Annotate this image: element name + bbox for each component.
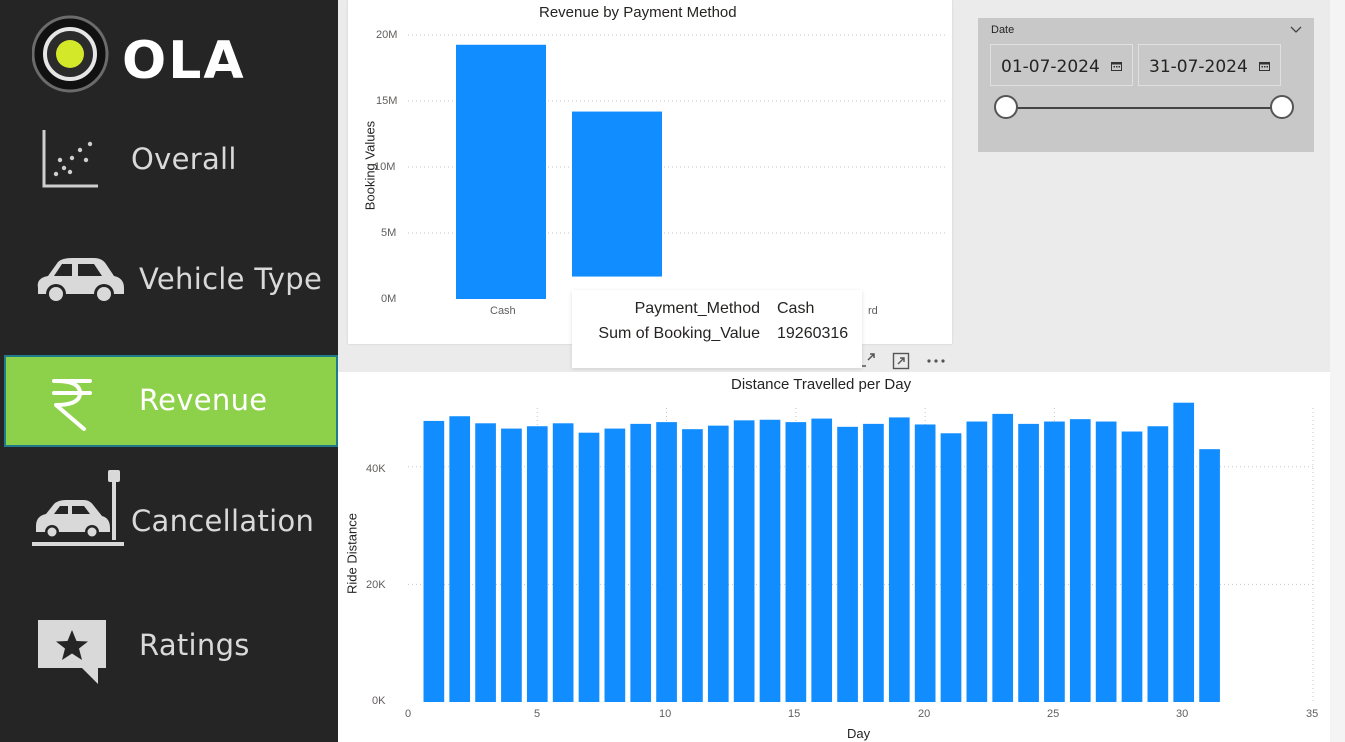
car-crash-icon — [32, 470, 124, 546]
end-date-input[interactable]: 31-07-2024 — [1138, 44, 1281, 86]
bar — [1173, 402, 1195, 702]
bar — [707, 425, 729, 702]
nav-item-overall[interactable]: Overall — [4, 114, 338, 206]
bar — [682, 429, 703, 702]
nav-label-ratings: Ratings — [139, 628, 250, 662]
calendar-icon[interactable] — [1111, 61, 1122, 71]
more-options-icon[interactable] — [926, 358, 946, 364]
bar — [423, 420, 445, 702]
bar — [966, 421, 988, 702]
bar — [863, 423, 884, 702]
slicer-title: Date — [991, 24, 1015, 36]
nav-item-cancellation[interactable]: Cancellation — [4, 470, 338, 562]
bar — [785, 422, 807, 702]
chevron-down-icon[interactable] — [1290, 26, 1302, 34]
expand-icon[interactable] — [892, 352, 910, 370]
nav-item-vehicle-type[interactable]: Vehicle Type — [4, 234, 338, 326]
bar — [578, 432, 600, 702]
distance-per-day-chart[interactable]: Distance Travelled per Day Ride Distance… — [338, 372, 1330, 742]
nav-label-revenue: Revenue — [139, 383, 268, 417]
nav-label-vehicle-type: Vehicle Type — [139, 262, 323, 296]
star-speech-bubble-icon — [38, 620, 106, 684]
rupee-icon — [52, 379, 92, 431]
bar — [1018, 423, 1039, 702]
visual-header — [858, 348, 954, 372]
start-date-input[interactable]: 01-07-2024 — [990, 44, 1133, 86]
logo-text: OLA — [122, 31, 246, 91]
bar — [888, 417, 910, 702]
nav-item-ratings[interactable]: Ratings — [4, 598, 338, 690]
bar — [1044, 421, 1065, 702]
calendar-icon[interactable] — [1259, 61, 1270, 71]
nav-label-overall: Overall — [131, 142, 237, 176]
tooltip-value: 19260316 — [777, 325, 849, 342]
bar — [811, 418, 833, 702]
end-date-handle[interactable] — [1270, 95, 1294, 119]
bar — [1095, 421, 1117, 702]
bar — [475, 423, 496, 702]
bar — [552, 423, 574, 702]
bar — [456, 44, 546, 300]
bar — [604, 428, 626, 702]
bar — [449, 416, 471, 702]
bar — [572, 111, 662, 277]
bar — [733, 420, 755, 702]
bar — [1121, 431, 1143, 702]
date-range-track[interactable] — [1006, 107, 1282, 109]
tooltip-label: Sum of Booking_Value — [598, 325, 760, 342]
bar — [526, 426, 548, 702]
bar — [1199, 449, 1220, 702]
start-date-value: 01-07-2024 — [1001, 57, 1100, 77]
date-slicer: Date 01-07-2024 31-07-2024 — [978, 18, 1314, 152]
tooltip-value: Cash — [777, 300, 815, 317]
bar — [1069, 419, 1091, 702]
nav-item-revenue[interactable]: Revenue — [4, 355, 338, 447]
bar — [992, 413, 1014, 702]
bar — [1147, 426, 1169, 702]
bar — [656, 422, 677, 702]
start-date-handle[interactable] — [994, 95, 1018, 119]
sidebar: OLA Overall Vehicle Type Revenue Cancell… — [0, 0, 338, 742]
bar — [501, 428, 522, 702]
end-date-value: 31-07-2024 — [1149, 57, 1248, 77]
focus-mode-icon[interactable] — [860, 352, 876, 368]
ola-logo: OLA — [32, 15, 246, 93]
bar — [759, 419, 781, 702]
nav-label-cancellation: Cancellation — [131, 504, 315, 538]
bar — [914, 424, 936, 702]
tooltip-label: Payment_Method — [634, 300, 760, 317]
bottom-plot-area — [408, 402, 1314, 702]
bar — [940, 433, 962, 702]
bar — [837, 426, 858, 702]
page-edge — [1330, 0, 1345, 742]
scatter-chart-icon — [42, 130, 98, 188]
bar — [630, 423, 652, 702]
car-icon — [37, 258, 124, 304]
tooltip: Payment_Method Cash Sum of Booking_Value… — [572, 290, 862, 368]
